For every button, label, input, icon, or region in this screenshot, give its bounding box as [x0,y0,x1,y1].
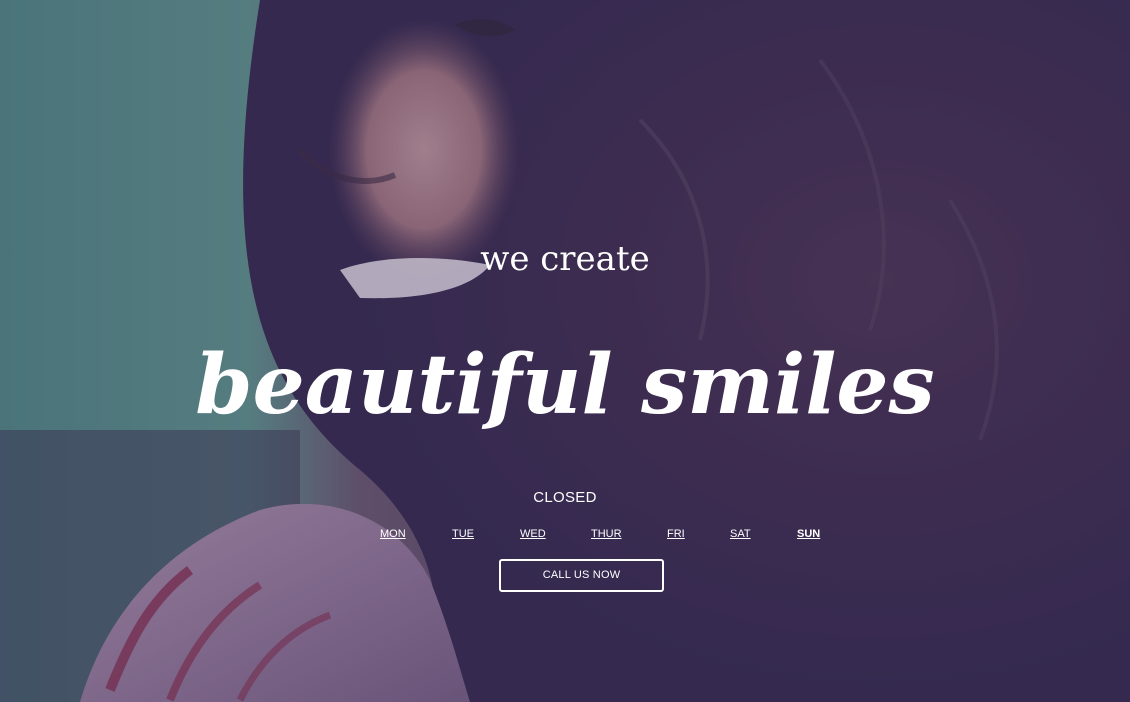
hero-tagline: we create [480,239,650,279]
hero-section: we create beautiful smiles CLOSED MON TU… [0,0,1130,702]
call-us-now-button[interactable]: CALL US NOW [499,559,664,592]
day-link-wed[interactable]: WED [520,527,546,541]
day-link-fri[interactable]: FRI [667,527,685,541]
day-link-sat[interactable]: SAT [730,527,751,541]
day-link-tue[interactable]: TUE [452,527,474,541]
open-status-text: CLOSED [533,489,597,506]
day-link-mon[interactable]: MON [380,527,406,541]
hero-content: we create beautiful smiles CLOSED MON TU… [0,0,1130,702]
day-link-sun[interactable]: SUN [797,527,820,541]
hero-headline: beautiful smiles [195,337,935,433]
day-link-thur[interactable]: THUR [591,527,622,541]
opening-days-nav: MON TUE WED THUR FRI SAT SUN [378,527,828,543]
